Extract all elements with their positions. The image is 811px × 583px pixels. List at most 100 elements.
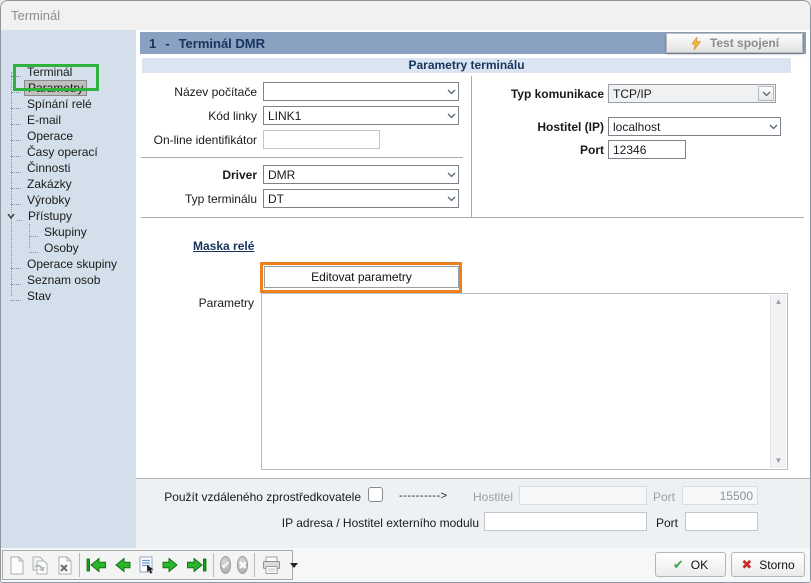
chevron-down-icon[interactable]: [4, 210, 17, 223]
divider: [141, 157, 463, 158]
sidebar-item-operace[interactable]: Operace: [1, 128, 136, 144]
remote-host-label: Hostitel: [473, 490, 513, 504]
window-title: Terminál: [11, 8, 60, 23]
tree-connector: [11, 116, 21, 125]
sidebar-item-label: Operace: [24, 129, 76, 143]
sidebar-item-spinani-rele[interactable]: Spínání relé: [1, 96, 136, 112]
print-button[interactable]: [261, 556, 282, 575]
remote-broker-panel: Použít vzdáleného zprostředkovatele ----…: [136, 478, 810, 549]
sidebar-item-skupiny[interactable]: Skupiny: [1, 224, 136, 240]
sidebar-item-label: Spínání relé: [24, 97, 95, 111]
arrow-text: ---------->: [399, 490, 448, 502]
previous-record-button[interactable]: [113, 557, 131, 573]
delete-record-button[interactable]: [56, 556, 73, 575]
chevron-down-icon[interactable]: [766, 124, 780, 130]
port-input[interactable]: [608, 140, 686, 159]
test-connection-label: Test spojení: [710, 36, 779, 50]
sidebar-item-label: Časy operací: [24, 145, 101, 159]
edit-parameters-button[interactable]: Editovat parametry: [264, 266, 459, 288]
computer-name-combobox[interactable]: [263, 82, 459, 101]
tree-connector: [11, 164, 21, 173]
sidebar-item-vyrobky[interactable]: Výrobky: [1, 192, 136, 208]
remote-port-label: Port: [653, 490, 675, 504]
vertical-scrollbar[interactable]: ▲ ▼: [770, 295, 786, 468]
use-remote-broker-label: Použít vzdáleného zprostředkovatele: [136, 490, 361, 504]
external-module-input[interactable]: [484, 512, 647, 531]
driver-combobox[interactable]: DMR: [263, 165, 459, 184]
external-port-label: Port: [656, 516, 678, 530]
dropdown-caret-icon: [290, 563, 298, 568]
print-dropdown-button[interactable]: [288, 563, 298, 568]
sidebar-item-pristupy[interactable]: Přístupy: [1, 208, 136, 224]
cancel-record-button[interactable]: ✖: [237, 556, 248, 574]
sidebar-item-email[interactable]: E-mail: [1, 112, 136, 128]
copy-record-button[interactable]: [31, 556, 50, 575]
ok-button[interactable]: ✔ OK: [655, 552, 726, 577]
tree-connector: [29, 228, 38, 237]
terminal-window: Terminál Terminál Parametry Spínání relé: [0, 0, 811, 583]
sidebar-item-label: Výrobky: [24, 193, 73, 207]
last-record-button[interactable]: [186, 557, 207, 573]
sidebar-item-label: Činnosti: [24, 161, 73, 175]
check-icon: ✔: [221, 559, 230, 572]
sidebar-item-terminal[interactable]: Terminál: [1, 64, 136, 80]
tree-connector: [11, 68, 21, 77]
record-dash: -: [165, 36, 169, 51]
printer-icon: [261, 556, 282, 575]
line-code-combobox[interactable]: LINK1: [263, 106, 459, 125]
sidebar-item-zakazky[interactable]: Zakázky: [1, 176, 136, 192]
remote-host-input[interactable]: [519, 486, 647, 505]
sidebar-item-casy-operaci[interactable]: Časy operací: [1, 144, 136, 160]
tree-connector: [11, 148, 21, 157]
window-titlebar[interactable]: Terminál: [1, 1, 810, 30]
remote-broker-checkbox[interactable]: [368, 487, 383, 502]
sidebar-item-label: Skupiny: [41, 225, 90, 239]
online-identifier-input[interactable]: [263, 130, 380, 149]
sidebar-item-label: Stav: [24, 289, 54, 303]
driver-label: Driver: [136, 165, 257, 184]
new-record-button[interactable]: [9, 556, 25, 575]
storno-button[interactable]: ✖ Storno: [731, 552, 805, 577]
host-ip-combobox[interactable]: localhost: [608, 117, 781, 136]
relay-mask-link[interactable]: Maska relé: [193, 239, 254, 253]
sidebar-item-stav[interactable]: Stav: [1, 288, 136, 304]
delete-page-icon: [56, 556, 73, 575]
test-connection-button[interactable]: Test spojení: [666, 33, 803, 53]
parameters-textarea[interactable]: ▲ ▼: [261, 293, 788, 470]
scroll-down-icon[interactable]: ▼: [771, 454, 786, 468]
driver-value: DMR: [268, 168, 444, 182]
terminal-type-combobox[interactable]: DT: [263, 189, 459, 208]
record-number: 1: [149, 36, 156, 51]
sidebar-item-operace-skupiny[interactable]: Operace skupiny: [1, 256, 136, 272]
sidebar-item-osoby[interactable]: Osoby: [1, 240, 136, 256]
communication-type-combobox[interactable]: TCP/IP: [608, 84, 776, 103]
sidebar-item-label: Osoby: [41, 241, 82, 255]
storno-label: Storno: [759, 558, 794, 572]
tree-connector: [17, 212, 22, 221]
terminal-type-label: Typ terminálu: [136, 189, 257, 208]
chevron-down-icon[interactable]: [444, 172, 458, 178]
bottom-toolbar-strip: ✔ ✖ ✔ OK ✖ Storno: [1, 548, 810, 582]
first-record-button[interactable]: [86, 557, 107, 573]
chevron-down-icon[interactable]: [444, 196, 458, 202]
tree-connector: [11, 84, 21, 93]
next-record-button[interactable]: [162, 557, 180, 573]
remote-port-input[interactable]: [682, 486, 758, 505]
scroll-up-icon[interactable]: ▲: [771, 295, 786, 309]
section-title: Parametry terminálu: [142, 58, 791, 73]
sidebar-item-label: Zakázky: [24, 177, 75, 191]
browse-records-button[interactable]: [137, 556, 156, 575]
chevron-down-icon[interactable]: [758, 86, 774, 101]
sidebar-item-parametry[interactable]: Parametry: [1, 80, 136, 96]
accept-record-button[interactable]: ✔: [220, 556, 231, 574]
tree-connector: [11, 100, 21, 109]
sidebar-item-seznam-osob[interactable]: Seznam osob: [1, 272, 136, 288]
edit-parameters-label: Editovat parametry: [311, 270, 412, 284]
record-title: Terminál DMR: [179, 36, 265, 51]
sidebar-item-cinnosti[interactable]: Činnosti: [1, 160, 136, 176]
external-port-input[interactable]: [685, 512, 758, 531]
terminal-type-value: DT: [268, 192, 444, 206]
host-ip-value: localhost: [613, 120, 766, 134]
sidebar-item-label-selected: Parametry: [24, 80, 87, 96]
previous-record-icon: [113, 557, 131, 573]
